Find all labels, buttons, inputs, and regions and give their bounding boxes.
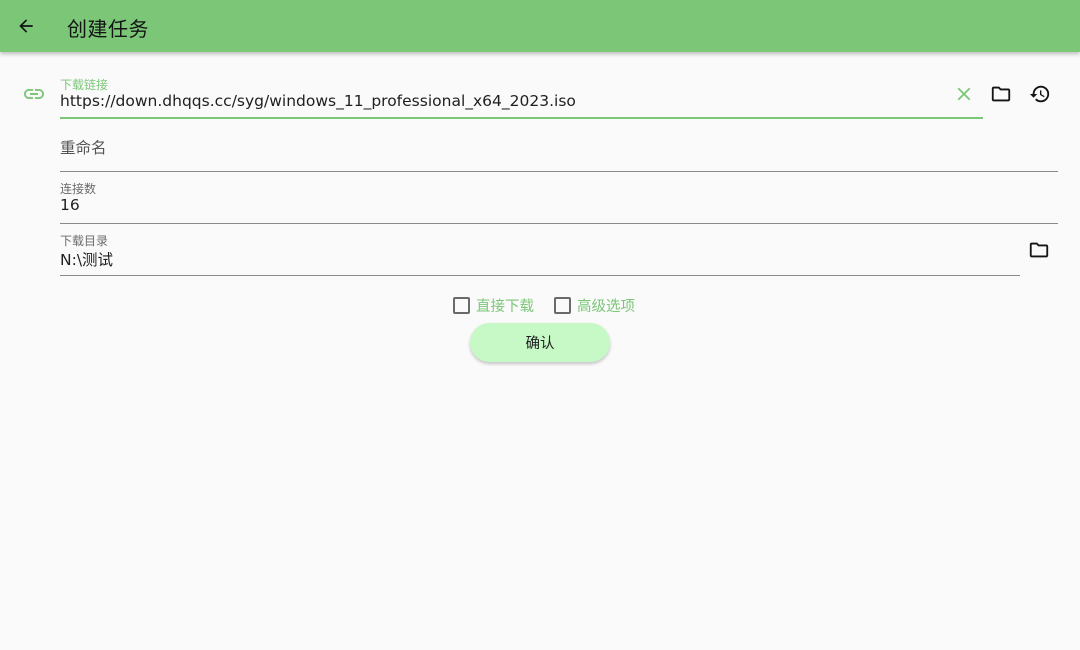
advanced-options-label: 高级选项 [577, 298, 635, 315]
app-bar: 创建任务 [0, 0, 1080, 52]
download-directory-field[interactable]: 下载目录 N:\测试 [60, 232, 1020, 276]
back-button[interactable] [12, 12, 40, 40]
folder-icon [991, 86, 1011, 102]
download-directory-underline [60, 275, 1020, 276]
arrow-left-icon [19, 19, 33, 33]
history-icon [1029, 85, 1050, 103]
advanced-options-option[interactable]: 高级选项 [554, 295, 635, 316]
direct-download-checkbox[interactable] [453, 296, 470, 314]
clear-url-button[interactable] [950, 80, 978, 108]
download-url-field[interactable]: 下载链接 https://down.dhqqs.cc/syg/windows_1… [60, 76, 983, 120]
connections-field[interactable]: 连接数 16 [60, 180, 1058, 224]
history-button[interactable] [1026, 80, 1054, 108]
direct-download-option[interactable]: 直接下载 [453, 295, 534, 316]
page-title: 创建任务 [67, 17, 149, 41]
link-icon-container [20, 80, 48, 108]
download-url-label: 下载链接 [60, 78, 109, 92]
connections-input[interactable]: 16 [60, 196, 80, 214]
download-url-input[interactable]: https://down.dhqqs.cc/syg/windows_11_pro… [60, 92, 576, 110]
connections-underline [60, 223, 1058, 224]
download-directory-label: 下载目录 [60, 234, 109, 248]
select-file-button[interactable] [987, 80, 1015, 108]
folder-icon [1029, 242, 1049, 258]
link-icon [24, 89, 44, 99]
rename-input[interactable]: 重命名 [60, 136, 107, 158]
advanced-options-checkbox[interactable] [554, 296, 571, 314]
confirm-button[interactable]: 确认 [470, 323, 610, 362]
options-row: 直接下载 高级选项 [453, 294, 655, 316]
download-directory-input[interactable]: N:\测试 [60, 248, 113, 270]
select-directory-button[interactable] [1025, 236, 1053, 264]
rename-field[interactable]: 重命名 [60, 128, 1058, 172]
direct-download-label: 直接下载 [476, 298, 534, 315]
clear-icon [957, 87, 971, 101]
rename-underline [60, 171, 1058, 172]
connections-label: 连接数 [60, 182, 97, 196]
download-url-underline [60, 117, 983, 119]
